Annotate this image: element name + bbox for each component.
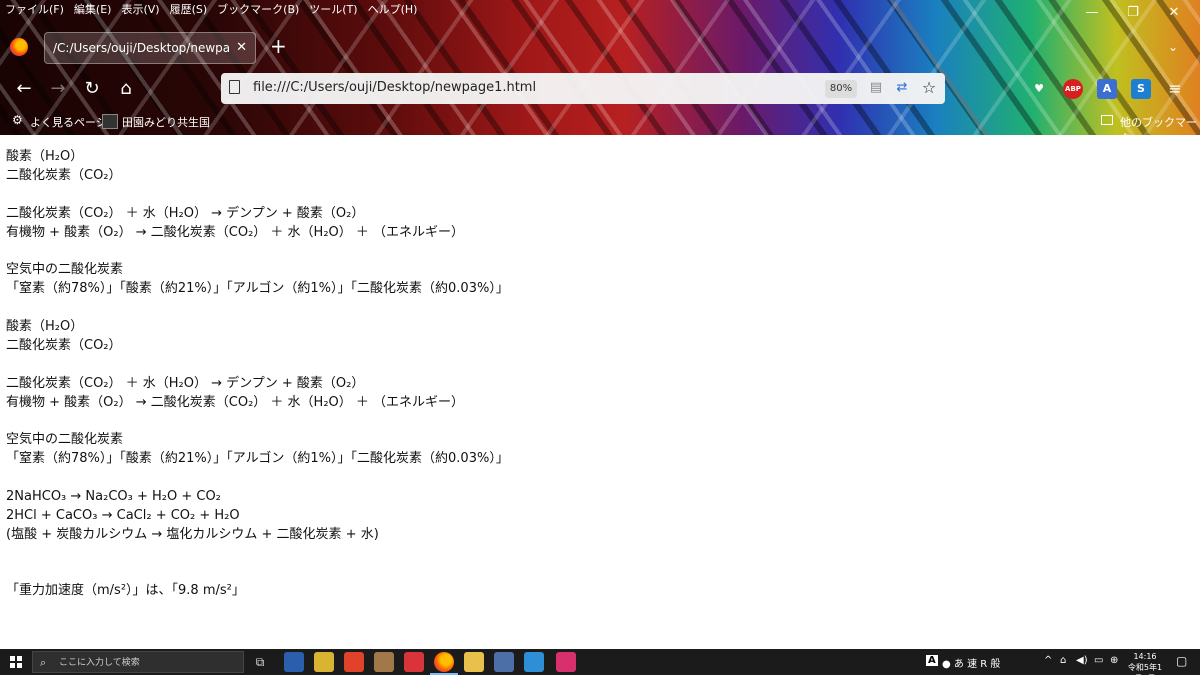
bookmark-favicon-icon [102,114,118,129]
bookmark-star-icon[interactable]: ☆ [920,79,938,97]
menu-tools[interactable]: ツール(T) [304,0,362,22]
close-window-button[interactable]: ✕ [1154,2,1194,24]
chevron-up-icon[interactable]: ^ [1044,655,1052,666]
text-line: 空気中の二酸化炭素 [6,432,124,448]
text-line: 有機物 + 酸素（O₂） → 二酸化炭素（CO₂） ＋ 水（H₂O） ＋ （エネ… [6,394,465,410]
text-line: 「窒素（約78%）」「酸素（約21%）」「アルゴン（約1%）」「二酸化炭素（約0… [6,451,509,467]
text-line [6,356,509,375]
back-button[interactable]: ← [12,78,36,100]
new-tab-button[interactable]: + [270,36,287,56]
gear-icon: ⚙ [12,113,23,127]
text-line: 二酸化炭素（CO₂） ＋ 水（H₂O） → デンプン + 酸素（O₂） [6,205,365,221]
text-line: 酸素（H₂O） [6,319,84,335]
s-extension-icon[interactable]: S [1131,79,1151,99]
ime-indicator[interactable]: A [926,655,938,666]
reload-button[interactable]: ↻ [80,78,104,100]
text-line: 2NaHCO₃ → Na₂CO₃ + H₂O + CO₂ [6,489,221,505]
menu-view[interactable]: 表示(V) [116,0,164,22]
ime-mode-icon[interactable]: ⊕ [1110,655,1118,666]
bookmarks-toolbar: ⚙ よく見るページ 田園みどり共生国 他のブックマーク [0,110,1200,135]
zoom-level-button[interactable]: 80% [825,80,857,98]
text-line: 「窒素（約78%）」「酸素（約21%）」「アルゴン（約1%）」「二酸化炭素（約0… [6,281,509,297]
text-line: 空気中の二酸化炭素 [6,262,124,278]
text-line: 「重力加速度（m/s²）」は、「9.8 m/s²」 [6,583,245,599]
maximize-button[interactable]: ❐ [1113,2,1153,24]
clock-time: 14:16 [1133,652,1157,661]
firefox-icon[interactable] [10,38,28,56]
text-lines: 酸素（H₂O） 二酸化炭素（CO₂） 二酸化炭素（CO₂） ＋ 水（H₂O） →… [6,148,509,601]
text-line [6,545,509,564]
page-icon [229,80,240,94]
firefox-taskbar-icon[interactable] [430,652,458,675]
app-icon-2[interactable] [314,652,334,672]
app-icon-1[interactable] [284,652,304,672]
taskbar-search-input[interactable] [57,654,241,672]
text-line [6,186,509,205]
text-line [6,242,509,261]
app-icon-9[interactable] [524,652,544,672]
bookmark-most-visited[interactable]: よく見るページ [30,114,107,130]
taskbar-search[interactable]: ⌕ [32,651,244,673]
file-explorer-icon[interactable] [464,652,484,672]
app-icon-5[interactable] [404,652,424,672]
ime-status[interactable]: ● あ 速 R 般 [942,655,1000,670]
translate-page-icon[interactable]: ⇄ [893,79,911,97]
text-line: 二酸化炭素（CO₂） [6,167,122,183]
tab-title: /C:/Users/ouji/Desktop/newpage1.ht [53,41,229,55]
reader-view-icon[interactable]: ▤ [867,79,885,97]
brave-icon[interactable] [344,652,364,672]
text-line: (塩酸 + 炭酸カルシウム → 塩化カルシウム + 二酸化炭素 + 水) [6,526,379,542]
tab-newpage1[interactable]: /C:/Users/ouji/Desktop/newpage1.ht ✕ [44,32,256,64]
hamburger-menu-icon[interactable]: ≡ [1165,79,1185,99]
address-bar[interactable]: file:///C:/Users/ouji/Desktop/newpage1.h… [221,73,945,104]
text-line [6,564,509,583]
adblock-icon[interactable]: ABP [1063,79,1083,99]
close-icon[interactable]: ✕ [236,40,247,55]
speaker-icon[interactable]: ◀) [1076,655,1088,666]
text-line: 酸素（H₂O） [6,149,84,164]
menu-edit[interactable]: 編集(E) [69,0,117,22]
text-line [6,469,509,488]
windows-taskbar: ⌕ ⧉ A ● あ 速 R 般 ^ ⌂ ◀) ▭ ⊕ 14:16 令和5年1月8… [0,649,1200,683]
task-view-icon[interactable]: ⧉ [250,652,270,672]
page-content: 酸素（H₂O） 二酸化炭素（CO₂） 二酸化炭素（CO₂） ＋ 水（H₂O） →… [0,135,1200,649]
text-line [6,412,509,431]
app-icon-10[interactable] [556,652,576,672]
app-icon-4[interactable] [374,652,394,672]
menu-bookmarks[interactable]: ブックマーク(B) [212,0,304,22]
clock-date: 令和5年1月8日 [1127,663,1163,683]
text-line [6,299,509,318]
translate-extension-icon[interactable]: A [1097,79,1117,99]
app-icon-8[interactable] [494,652,514,672]
browser-chrome: ファイル(F) 編集(E) 表示(V) 履歴(S) ブックマーク(B) ツール(… [0,0,1200,135]
folder-icon [1101,115,1113,125]
url-text[interactable]: file:///C:/Users/ouji/Desktop/newpage1.h… [253,80,536,95]
text-line: 有機物 + 酸素（O₂） → 二酸化炭素（CO₂） ＋ 水（H₂O） ＋ （エネ… [6,224,465,240]
text-line: 二酸化炭素（CO₂） ＋ 水（H₂O） → デンプン + 酸素（O₂） [6,375,365,391]
pocket-icon[interactable]: ♥ [1029,79,1049,99]
taskbar-clock[interactable]: 14:16 令和5年1月8日 [1127,651,1163,684]
other-bookmarks[interactable]: 他のブックマーク [1120,114,1200,135]
search-icon: ⌕ [40,656,47,669]
text-line: 2HCl + CaCO₃ → CaCl₂ + CO₂ + H₂O [6,507,240,523]
battery-icon[interactable]: ▭ [1094,655,1103,666]
minimize-button[interactable]: — [1072,2,1112,24]
notification-icon[interactable]: ▢ [1176,654,1187,668]
windows-logo-icon [10,656,22,668]
menu-history[interactable]: 履歴(S) [165,0,213,22]
menu-help[interactable]: ヘルプ(H) [363,0,423,22]
text-line: 二酸化炭素（CO₂） [6,337,122,353]
chevron-down-icon[interactable]: ⌄ [1168,40,1178,54]
bookmark-denen-midori[interactable]: 田園みどり共生国 [122,114,210,130]
start-button[interactable] [0,649,32,675]
menu-bar: ファイル(F) 編集(E) 表示(V) 履歴(S) ブックマーク(B) ツール(… [0,0,422,22]
network-icon[interactable]: ⌂ [1060,655,1066,666]
forward-button[interactable]: → [46,78,70,100]
home-button[interactable]: ⌂ [114,78,138,100]
menu-file[interactable]: ファイル(F) [0,0,69,22]
